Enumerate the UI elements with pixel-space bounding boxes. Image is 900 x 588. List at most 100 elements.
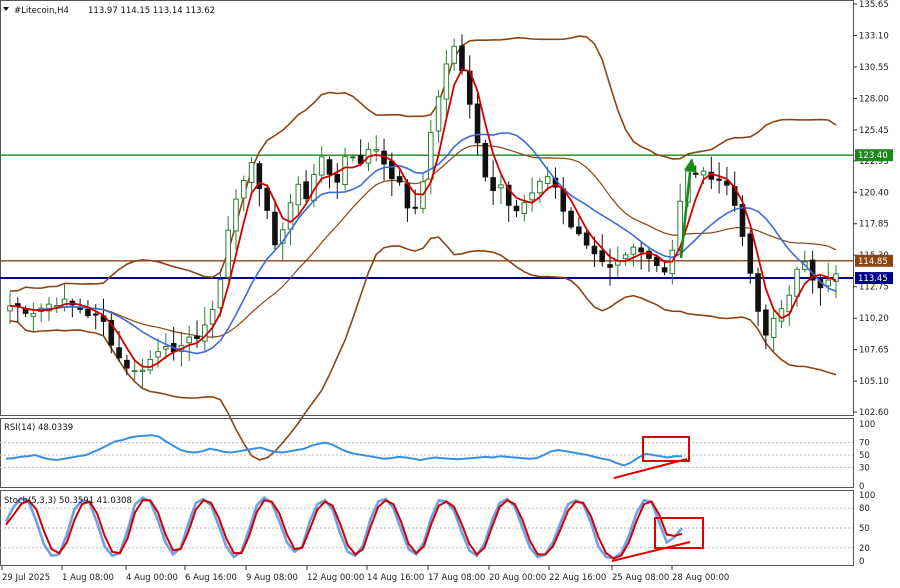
candle-body [163, 345, 169, 350]
candle-body [513, 205, 520, 212]
rsi-title: RSI(14) 48.0339 [4, 423, 73, 433]
candle-body [209, 308, 216, 325]
candle-body [303, 181, 309, 200]
candle-body [700, 170, 707, 176]
candle-body [131, 370, 138, 373]
candle-body [794, 268, 800, 297]
time-tick-label: 14 Aug 16:00 [367, 573, 424, 583]
time-tick-label: 28 Aug 00:00 [672, 573, 729, 583]
price-tick-label: 120.40 [859, 188, 889, 198]
chart-canvas[interactable]: 135.65133.10130.55128.00125.45122.95120.… [0, 0, 900, 588]
price-tag-label: 123.40 [858, 151, 888, 161]
candle-body [568, 210, 574, 228]
rsi-tick-label: 100 [859, 420, 875, 430]
candle-body [498, 184, 504, 189]
candle-body [529, 192, 535, 201]
stoch-tick-label: 100 [859, 491, 875, 501]
candle-body [155, 351, 161, 358]
candle-body [139, 369, 146, 372]
stoch-tick-label: 20 [859, 544, 870, 554]
candle-body [661, 267, 668, 273]
candle-body [607, 264, 613, 268]
symbol-label: #Litecoin,H4 [14, 6, 69, 16]
candle-body [716, 178, 722, 181]
candle-body [240, 179, 247, 199]
candle-body [225, 229, 231, 278]
candle-body [755, 273, 761, 312]
candle-body [373, 149, 380, 152]
candle-body [747, 233, 754, 274]
candle-body [770, 317, 777, 338]
candle-body [334, 173, 341, 183]
candle [482, 139, 489, 182]
candle-body [451, 45, 457, 64]
rsi-pane [0, 418, 854, 488]
candle-body [116, 347, 122, 359]
candle-body [186, 336, 193, 344]
price-tick-label: 110.20 [859, 314, 889, 324]
stoch-tick-label: 0 [859, 557, 864, 567]
candle-body [427, 131, 434, 180]
candle-body [763, 309, 769, 336]
candle-body [537, 180, 543, 194]
time-tick-label: 29 Jul 2025 [2, 573, 50, 583]
candle-body [30, 313, 37, 317]
price-tick-label: 105.10 [859, 377, 889, 387]
candle-body [576, 226, 582, 235]
candle-body [591, 245, 598, 255]
stoch-tick-label: 80 [859, 504, 870, 514]
candle-body [630, 246, 637, 255]
price-tick-label: 125.45 [859, 126, 889, 136]
candle-body [318, 156, 325, 176]
price-tick-label: 117.85 [859, 220, 889, 230]
candle-body [342, 156, 348, 186]
stoch-tick-label: 50 [859, 524, 870, 534]
candle-body [295, 183, 302, 206]
time-tick-label: 4 Aug 00:00 [126, 573, 178, 583]
time-tick-label: 22 Aug 16:00 [549, 573, 606, 583]
rsi-tick-label: 30 [859, 463, 870, 473]
candle-body [194, 335, 200, 339]
candle-body [825, 279, 832, 287]
candle-body [233, 198, 239, 232]
candle-body [85, 308, 91, 317]
candle-body [443, 63, 450, 100]
price-tag-label: 114.85 [858, 257, 888, 267]
price-tick-label: 128.00 [859, 94, 889, 104]
candle-body [653, 256, 660, 266]
candle-body [396, 176, 403, 183]
stoch-title: Stoch(5,3,3) 50.3591 41.0308 [4, 496, 132, 506]
candle-body [622, 254, 629, 260]
candle-body [692, 172, 699, 175]
candle-body [583, 232, 590, 246]
candle-body [459, 45, 465, 72]
time-tick-label: 17 Aug 08:00 [428, 573, 485, 583]
candle-body [248, 162, 255, 184]
time-tick-label: 6 Aug 16:00 [185, 573, 237, 583]
candle-body [389, 160, 395, 180]
candle-body [435, 96, 442, 132]
price-tag-label: 113.45 [858, 274, 888, 284]
candle-body [124, 359, 130, 369]
candle-body [638, 247, 644, 253]
candle-body [521, 202, 528, 214]
candle-body [599, 250, 606, 263]
price-tick-label: 112.75 [859, 283, 889, 293]
candle-body [412, 206, 419, 209]
candle-body [482, 142, 489, 178]
candle-body [147, 358, 154, 371]
ohlc-label: 113.97 114.15 113.14 113.62 [88, 6, 215, 16]
candle-body [272, 211, 278, 246]
time-tick-label: 1 Aug 08:00 [62, 573, 114, 583]
price-tick-label: 135.65 [859, 0, 889, 10]
main-pane [0, 0, 854, 416]
candle-body [264, 187, 270, 211]
time-tick-label: 25 Aug 08:00 [612, 573, 669, 583]
candle-body [217, 279, 224, 309]
time-tick-label: 12 Aug 00:00 [307, 573, 364, 583]
candle-body [287, 202, 294, 230]
price-tick-label: 133.10 [859, 31, 889, 41]
price-tick-label: 130.55 [859, 63, 889, 73]
rsi-tick-label: 70 [859, 439, 870, 449]
candle-body [92, 313, 99, 316]
